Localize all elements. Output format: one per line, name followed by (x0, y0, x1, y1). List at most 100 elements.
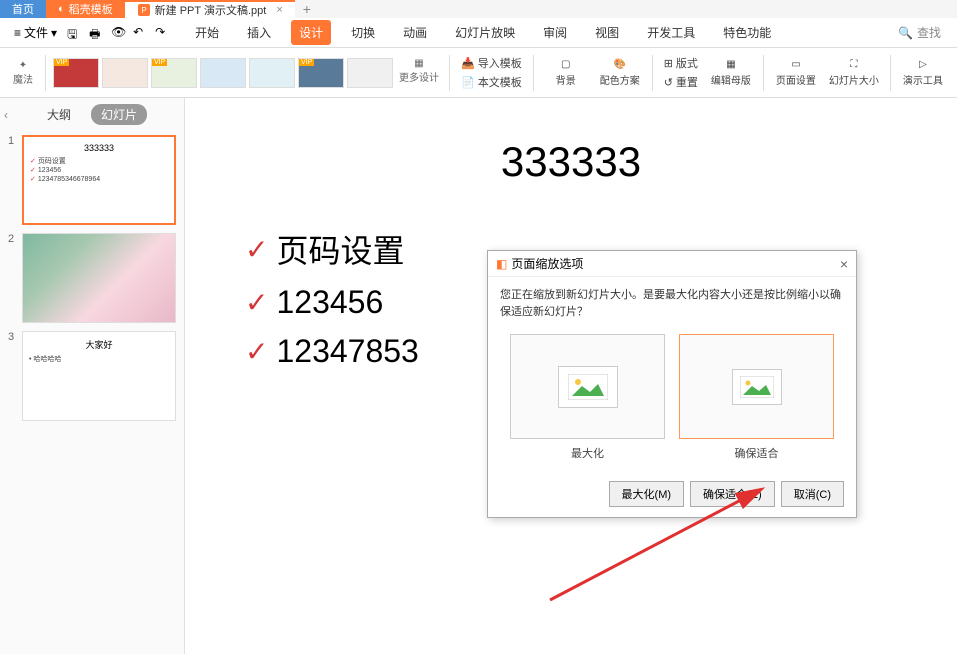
tab-document[interactable]: P 新建 PPT 演示文稿.ppt × (125, 0, 295, 18)
fit-button[interactable]: 确保适合(E) (690, 481, 775, 507)
presenter-tools-label: 演示工具 (903, 72, 943, 87)
option-fit[interactable]: 确保适合 (679, 334, 834, 461)
color-scheme-button[interactable]: 🎨 配色方案 (595, 59, 645, 87)
outline-tab[interactable]: 大纲 (37, 104, 81, 125)
ribbon-tab-design[interactable]: 设计 (291, 20, 331, 45)
slide-size-icon: ⛶ (850, 59, 857, 70)
design-ribbon: ✦ 魔法 VIP VIP VIP ▦ 更多设计 📥 导入模板 📄 本文模板 ▢ … (0, 48, 957, 98)
search-box[interactable]: 🔍 查找 (898, 24, 941, 41)
slide-thumbnail-3[interactable]: 大家好 •哈哈哈哈 (22, 331, 176, 421)
tab-home[interactable]: 首页 (0, 0, 46, 18)
layout-icon: ⊞ (664, 57, 673, 70)
quick-access-toolbar: 🖫 🖶 👁 ↶ ↷ (67, 25, 171, 41)
flower-image (23, 234, 175, 322)
ribbon-tab-review[interactable]: 审阅 (535, 20, 575, 45)
svg-text:P: P (141, 6, 146, 15)
reset-label: 重置 (676, 74, 698, 90)
close-tab-icon[interactable]: × (276, 4, 282, 16)
background-label: 背景 (556, 72, 576, 87)
background-button[interactable]: ▢ 背景 (541, 59, 591, 87)
layout-label: 版式 (676, 55, 698, 71)
import-icon: 📥 (461, 57, 475, 70)
tab-template-label: 稻壳模板 (69, 1, 113, 17)
document-tab-bar: 首页 ◐ 稻壳模板 P 新建 PPT 演示文稿.ppt × + (0, 0, 957, 18)
tab-home-label: 首页 (12, 1, 34, 17)
new-tab-button[interactable]: + (295, 1, 319, 17)
ribbon-tab-start[interactable]: 开始 (187, 20, 227, 45)
color-scheme-label: 配色方案 (600, 72, 640, 87)
cancel-button[interactable]: 取消(C) (781, 481, 844, 507)
file-menu-label: 文件 (24, 24, 48, 41)
redo-icon[interactable]: ↷ (155, 25, 171, 41)
separator (652, 55, 653, 91)
ribbon-tab-slideshow[interactable]: 幻灯片放映 (447, 20, 523, 45)
menu-bar: ≡ 文件 ▾ 🖫 🖶 👁 ↶ ↷ 开始 插入 设计 切换 动画 幻灯片放映 审阅… (0, 18, 957, 48)
print-icon[interactable]: 🖶 (89, 25, 105, 41)
slide-title: 333333 (225, 138, 917, 186)
dialog-message: 您正在缩放到新幻灯片大小。是要最大化内容大小还是按比例缩小以确保适应新幻灯片？ (500, 287, 844, 320)
doc-icon: 📄 (461, 76, 475, 89)
tab-template[interactable]: ◐ 稻壳模板 (46, 0, 125, 18)
template-thumb-3[interactable]: VIP (151, 58, 197, 88)
ribbon-tab-animation[interactable]: 动画 (395, 20, 435, 45)
slide-thumb-2-wrap: 2 (0, 229, 184, 327)
preview-icon[interactable]: 👁 (111, 25, 127, 41)
ppt-icon: ◧ (496, 257, 507, 271)
dialog-header: ◧ 页面缩放选项 × (488, 251, 856, 277)
template-icon: ◐ (58, 3, 65, 15)
layout-button[interactable]: ⊞ 版式 (660, 54, 702, 72)
template-thumb-6[interactable]: VIP (298, 58, 344, 88)
ribbon-tab-features[interactable]: 特色功能 (715, 20, 779, 45)
template-thumb-1[interactable]: VIP (53, 58, 99, 88)
slide-size-button[interactable]: ⛶ 幻灯片大小 (825, 59, 883, 87)
page-zoom-dialog: ◧ 页面缩放选项 × 您正在缩放到新幻灯片大小。是要最大化内容大小还是按比例缩小… (487, 250, 857, 518)
maximize-button[interactable]: 最大化(M) (609, 481, 685, 507)
more-design-label: 更多设计 (399, 69, 439, 84)
dialog-title-wrap: ◧ 页面缩放选项 (496, 255, 583, 272)
separator (533, 55, 534, 91)
tab-doc-label: 新建 PPT 演示文稿.ppt (155, 2, 267, 18)
separator (45, 55, 46, 91)
template-thumb-4[interactable] (200, 58, 246, 88)
slide-number: 2 (8, 233, 18, 323)
dialog-body: 您正在缩放到新幻灯片大小。是要最大化内容大小还是按比例缩小以确保适应新幻灯片？ … (488, 277, 856, 471)
local-template-button[interactable]: 📄 本文模板 (457, 73, 526, 91)
presenter-icon: ▷ (919, 59, 927, 70)
thumb-title: 333333 (30, 143, 168, 153)
search-label: 查找 (917, 24, 941, 41)
dialog-close-button[interactable]: × (840, 256, 848, 272)
edit-master-button[interactable]: ▦ 编辑母版 (706, 59, 756, 87)
slide-number: 1 (8, 135, 18, 225)
template-thumb-5[interactable] (249, 58, 295, 88)
page-setup-icon: ▭ (791, 59, 800, 70)
ribbon-tab-transition[interactable]: 切换 (343, 20, 383, 45)
presenter-tools-button[interactable]: ▷ 演示工具 (898, 59, 948, 87)
reset-icon: ↺ (664, 76, 673, 89)
slide-thumb-1-wrap: 1 333333 ✓页码设置 ✓123456 ✓1234785346678964 (0, 131, 184, 229)
slide-size-label: 幻灯片大小 (829, 72, 879, 87)
local-template-label: 本文模板 (478, 74, 522, 90)
option-maximize[interactable]: 最大化 (510, 334, 665, 461)
app-menu-button[interactable]: ≡ 文件 ▾ (8, 22, 63, 43)
thumb-title: 大家好 (29, 338, 169, 351)
slide-thumbnail-1[interactable]: 333333 ✓页码设置 ✓123456 ✓1234785346678964 (22, 135, 176, 225)
slides-tab[interactable]: 幻灯片 (91, 104, 147, 125)
slide-thumbnail-2[interactable] (22, 233, 176, 323)
collapse-icon[interactable]: ‹ (4, 108, 8, 122)
magic-button[interactable]: ✦ 魔法 (8, 60, 38, 86)
ribbon-tab-insert[interactable]: 插入 (239, 20, 279, 45)
slide-thumb-3-wrap: 3 大家好 •哈哈哈哈 (0, 327, 184, 425)
more-designs-button[interactable]: ▦ 更多设计 (396, 58, 442, 88)
ribbon-tab-devtools[interactable]: 开发工具 (639, 20, 703, 45)
import-template-button[interactable]: 📥 导入模板 (457, 54, 526, 72)
option-fit-preview (679, 334, 834, 439)
save-icon[interactable]: 🖫 (67, 25, 83, 41)
undo-icon[interactable]: ↶ (133, 25, 149, 41)
ppt-icon: P (137, 3, 151, 17)
template-thumb-7[interactable] (347, 58, 393, 88)
page-setup-button[interactable]: ▭ 页面设置 (771, 59, 821, 87)
reset-button[interactable]: ↺ 重置 (660, 73, 702, 91)
import-template-label: 导入模板 (478, 55, 522, 71)
template-thumb-2[interactable] (102, 58, 148, 88)
ribbon-tab-view[interactable]: 视图 (587, 20, 627, 45)
